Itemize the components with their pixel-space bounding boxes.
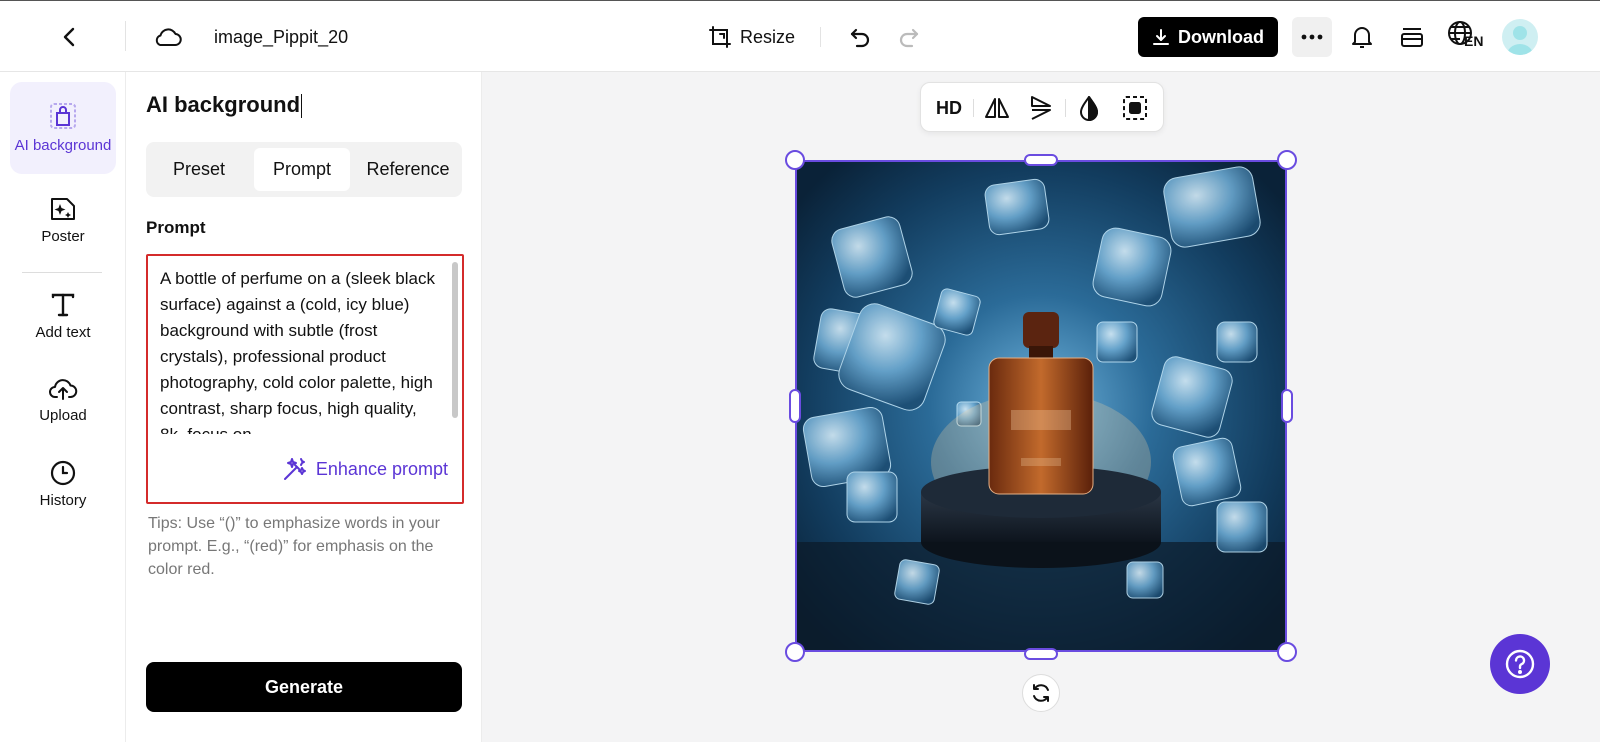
- redo-button[interactable]: [893, 21, 925, 53]
- clock-icon: [50, 460, 76, 485]
- canvas-area[interactable]: HD: [482, 72, 1600, 742]
- resize-handle-bottom-left[interactable]: [785, 642, 805, 662]
- notifications-button[interactable]: [1346, 21, 1378, 53]
- resize-handle-bottom[interactable]: [1024, 648, 1058, 660]
- language-code: EN: [1464, 33, 1484, 49]
- magic-wand-icon: [283, 458, 306, 480]
- prompt-tips: Tips: Use “()” to emphasize words in you…: [148, 515, 440, 578]
- chevron-left-icon: [63, 27, 75, 47]
- rail-divider: [22, 272, 102, 273]
- redo-icon: [899, 28, 919, 48]
- left-rail: AI background Poster Add text Upload His…: [0, 72, 126, 742]
- enhance-prompt-button[interactable]: Enhance prompt: [282, 456, 448, 482]
- rail-item-history[interactable]: History: [10, 454, 116, 514]
- rail-item-add-text[interactable]: Add text: [10, 286, 116, 346]
- scrollbar[interactable]: [452, 262, 458, 418]
- focus-select-icon: [1123, 96, 1147, 120]
- bell-icon: [1352, 27, 1372, 48]
- resize-icon: [709, 26, 731, 48]
- prompt-text[interactable]: A bottle of perfume on a (sleek black su…: [160, 266, 438, 434]
- file-name[interactable]: image_Pippit_20: [214, 25, 348, 49]
- download-icon: [1153, 29, 1169, 45]
- tab-prompt[interactable]: Prompt: [254, 148, 350, 191]
- language-button[interactable]: EN: [1446, 19, 1486, 55]
- text-icon: [51, 293, 75, 316]
- resize-label: Resize: [740, 26, 796, 47]
- rail-item-label: Poster: [41, 227, 85, 245]
- help-question-icon: [1505, 649, 1535, 679]
- rotate-button[interactable]: [1022, 674, 1060, 712]
- rail-item-label: AI background: [14, 136, 112, 154]
- rail-item-ai-background[interactable]: AI background: [10, 82, 116, 174]
- product-image[interactable]: [795, 160, 1287, 652]
- panel-title: AI background: [146, 92, 303, 119]
- prompt-label: Prompt: [146, 218, 206, 237]
- more-options-button[interactable]: [1292, 17, 1332, 57]
- divider: [820, 27, 821, 47]
- rotate-icon: [1033, 684, 1049, 702]
- rail-item-upload[interactable]: Upload: [10, 370, 116, 430]
- rail-item-label: Upload: [39, 406, 87, 424]
- ai-background-panel: AI background Preset Prompt Reference Pr…: [126, 72, 482, 742]
- flip-horizontal-button[interactable]: [981, 92, 1013, 124]
- bag-icon: [50, 102, 76, 129]
- resize-button[interactable]: Resize: [708, 23, 795, 51]
- cloud-save-icon[interactable]: [152, 21, 184, 53]
- generate-button[interactable]: Generate: [146, 662, 462, 712]
- drop-icon: [1080, 96, 1098, 121]
- help-button[interactable]: [1490, 634, 1550, 694]
- avatar[interactable]: [1502, 19, 1538, 55]
- layers-button[interactable]: [1396, 21, 1428, 53]
- opacity-button[interactable]: [1073, 92, 1105, 124]
- layers-icon: [1401, 28, 1423, 47]
- undo-icon: [850, 28, 870, 48]
- resize-handle-left[interactable]: [789, 389, 801, 423]
- mode-tabs: Preset Prompt Reference: [146, 142, 462, 197]
- divider: [973, 99, 974, 117]
- download-button[interactable]: Download: [1138, 17, 1278, 57]
- flip-vertical-button[interactable]: [1025, 92, 1057, 124]
- rail-item-poster[interactable]: Poster: [10, 190, 116, 250]
- perfume-photo: [797, 162, 1285, 650]
- prompt-textarea[interactable]: A bottle of perfume on a (sleek black su…: [146, 254, 464, 504]
- divider: [1065, 99, 1066, 117]
- more-horizontal-icon: [1301, 34, 1323, 40]
- user-avatar-icon: [1507, 26, 1533, 55]
- rail-item-label: Add text: [35, 323, 91, 341]
- back-button[interactable]: [54, 21, 86, 53]
- upload-icon: [49, 378, 78, 400]
- top-bar: image_Pippit_20 Resize Download EN: [0, 0, 1600, 72]
- enhance-prompt-label: Enhance prompt: [315, 458, 448, 479]
- tab-preset[interactable]: Preset: [152, 148, 246, 191]
- resize-handle-bottom-right[interactable]: [1277, 642, 1297, 662]
- undo-button[interactable]: [844, 21, 876, 53]
- resize-handle-top-right[interactable]: [1277, 150, 1297, 170]
- poster-icon: [51, 197, 75, 220]
- hd-button[interactable]: HD: [931, 92, 967, 124]
- download-label: Download: [1178, 26, 1264, 47]
- flip-horizontal-icon: [985, 98, 1009, 118]
- resize-handle-right[interactable]: [1281, 389, 1293, 423]
- flip-vertical-icon: [1031, 96, 1051, 120]
- resize-handle-top-left[interactable]: [785, 150, 805, 170]
- resize-handle-top[interactable]: [1024, 154, 1058, 166]
- image-toolbar: HD: [920, 82, 1164, 132]
- rail-item-label: History: [39, 491, 87, 509]
- select-subject-button[interactable]: [1119, 92, 1151, 124]
- tab-reference[interactable]: Reference: [356, 148, 460, 191]
- divider: [125, 21, 126, 51]
